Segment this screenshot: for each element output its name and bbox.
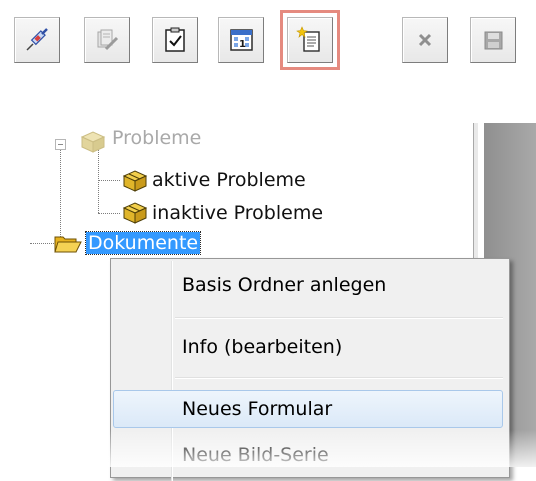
toolbar: 1 (0, 0, 536, 100)
save-button[interactable] (470, 17, 516, 63)
box-icon (122, 170, 148, 192)
calendar-button[interactable]: 1 (218, 17, 264, 63)
syringe-icon (26, 28, 48, 51)
calendar-icon: 1 (230, 29, 253, 51)
menu-separator (175, 317, 503, 319)
box-icon (80, 131, 106, 153)
tree-item-aktive-probleme[interactable]: aktive Probleme (152, 169, 306, 191)
svg-text:1: 1 (239, 39, 246, 50)
save-disk-icon (484, 31, 503, 50)
menu-item-info-bearbeiten[interactable]: Info (bearbeiten) (113, 329, 503, 367)
new-form-icon (296, 26, 320, 52)
menu-separator (175, 377, 503, 379)
pages-edit-icon (97, 29, 119, 51)
tree-line (60, 145, 61, 243)
tree-line (30, 243, 54, 244)
tree-item-probleme[interactable]: Probleme (112, 127, 201, 149)
delete-x-icon (418, 33, 432, 47)
new-form-button[interactable] (280, 10, 340, 70)
menu-item-basis-ordner-anlegen[interactable]: Basis Ordner anlegen (113, 267, 503, 305)
folder-open-icon (54, 236, 82, 253)
clipboard-check-icon (165, 27, 185, 52)
tree-line (98, 213, 120, 214)
syringe-button[interactable] (14, 17, 60, 63)
delete-button[interactable] (402, 17, 448, 63)
checklist-button[interactable] (152, 17, 198, 63)
context-menu: Basis Ordner anlegen Info (bearbeiten) N… (110, 258, 510, 481)
tree-item-inaktive-probleme[interactable]: inaktive Probleme (152, 202, 323, 224)
collapse-toggle[interactable] (55, 139, 66, 150)
tree-item-dokumente[interactable]: Dokumente (84, 231, 202, 255)
menu-item-neues-formular[interactable]: Neues Formular (113, 390, 503, 428)
tree-line (98, 180, 120, 181)
box-icon (122, 202, 148, 224)
edit-pages-button[interactable] (84, 17, 130, 63)
menu-item-neue-bild-serie[interactable]: Neue Bild-Serie (113, 437, 503, 475)
